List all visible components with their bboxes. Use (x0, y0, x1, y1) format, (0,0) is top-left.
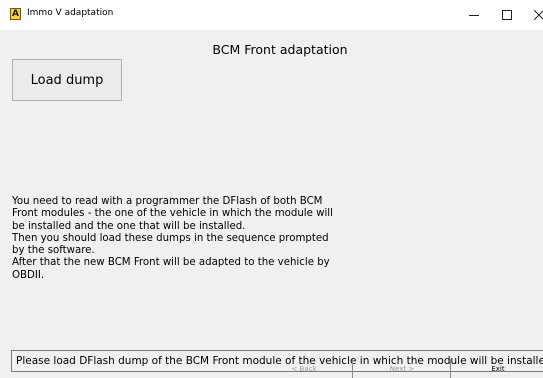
back-button[interactable]: < Back (258, 360, 350, 378)
window-title: Immo V adaptation (27, 8, 114, 18)
next-button[interactable]: Next > (356, 360, 448, 378)
maximize-icon (502, 10, 512, 20)
instructions-text: You need to read with a programmer the D… (12, 196, 333, 281)
page-title: BCM Front adaptation (212, 42, 348, 57)
load-dump-button[interactable]: Load dump (12, 59, 122, 101)
back-next-divider (352, 359, 353, 378)
navigation-bar: < Back Next > Exit (0, 358, 543, 378)
app-icon: A (10, 8, 21, 20)
title-bar: A Immo V adaptation (0, 0, 543, 30)
close-button[interactable] (516, 0, 543, 30)
main-panel: BCM Front adaptation Load dump You need … (0, 30, 543, 378)
close-icon (534, 10, 543, 20)
next-exit-divider (450, 359, 451, 378)
exit-button[interactable]: Exit (453, 360, 543, 378)
minimize-icon (469, 15, 479, 16)
